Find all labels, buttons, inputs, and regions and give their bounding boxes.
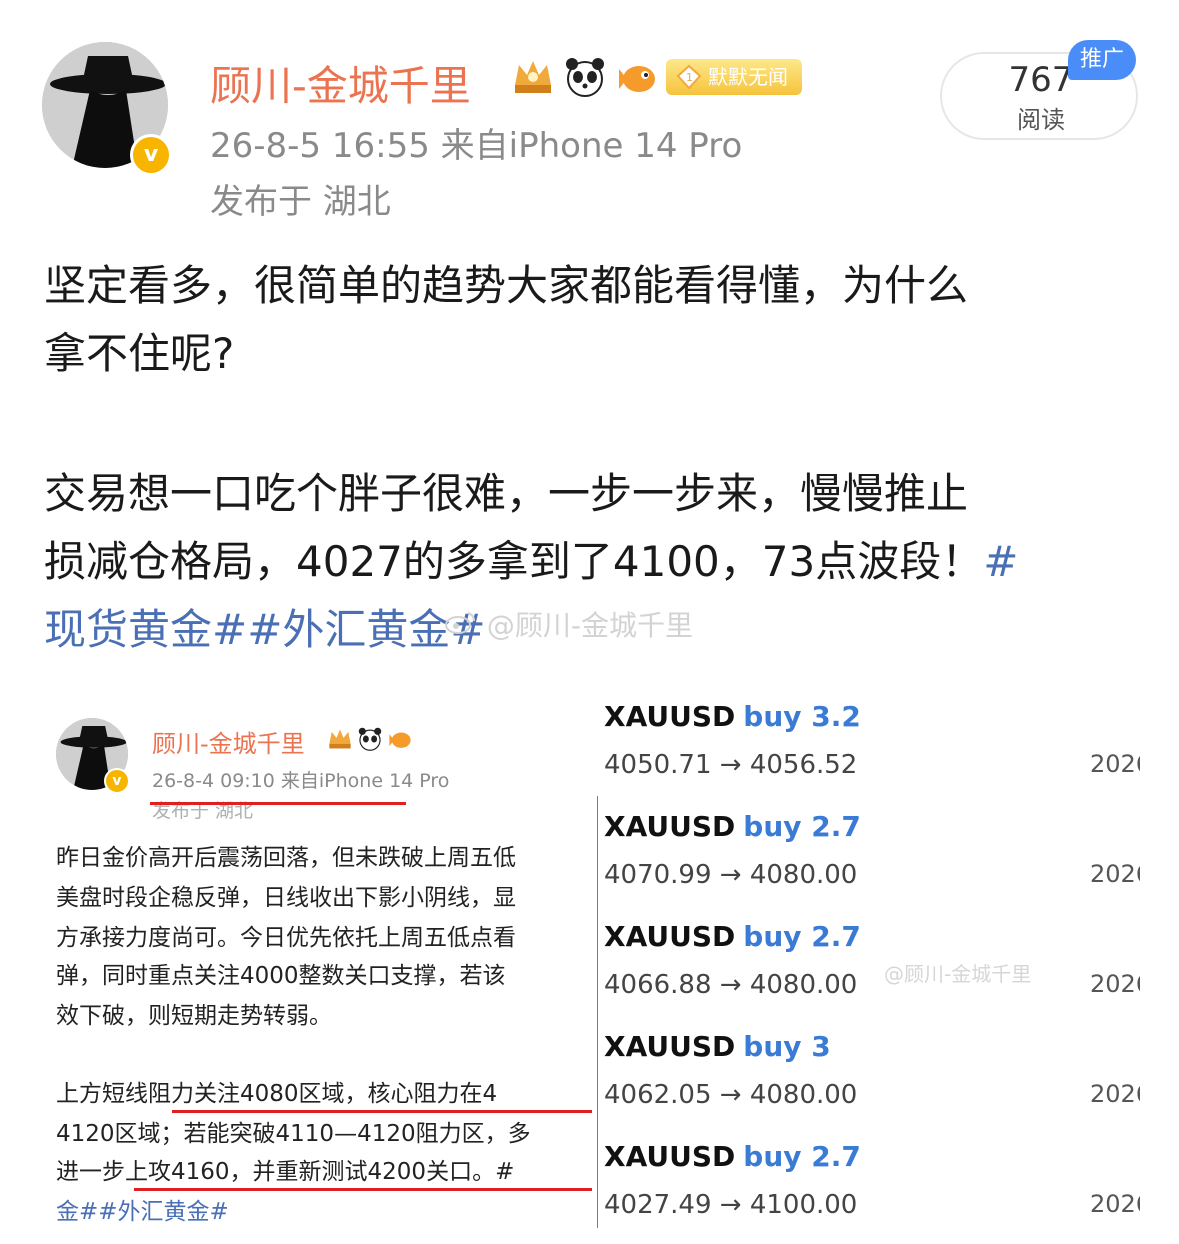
verified-badge-icon: v bbox=[104, 768, 130, 794]
panda-icon bbox=[358, 727, 382, 751]
trade-date: 2026 bbox=[1090, 860, 1140, 888]
embedded-text-line: 弹，同时重点关注4000整数关口支撑，若该 bbox=[56, 963, 506, 989]
embedded-text-line: 效下破，则短期走势转弱。 bbox=[56, 1003, 332, 1029]
username[interactable]: 顾川-金城千里 bbox=[210, 52, 471, 112]
topic-link[interactable]: # bbox=[983, 537, 1018, 586]
post-meta: 26-8-5 16:55 来自iPhone 14 Pro bbox=[210, 126, 743, 166]
verified-badge-icon: v bbox=[130, 134, 172, 176]
embedded-username: 顾川-金城千里 bbox=[152, 730, 305, 758]
trade-record[interactable]: XAUUSDbuy 2.7 4070.99 → 4080.00 2026 bbox=[604, 810, 1164, 920]
trade-record[interactable]: XAUUSDbuy 3.2 4050.71 → 4056.52 2026 bbox=[604, 700, 1164, 810]
trade-prices: 4070.99 → 4080.00 bbox=[604, 860, 858, 890]
trade-symbol: XAUUSD bbox=[604, 1140, 736, 1173]
embedded-post-image[interactable]: v 顾川-金城千里 26-8-4 09:10 来自iPhone 14 Pro 发… bbox=[44, 690, 592, 1244]
trade-prices: 4062.05 → 4080.00 bbox=[604, 1080, 858, 1110]
divider-line bbox=[597, 796, 598, 1228]
trade-date: 2026 bbox=[1090, 1080, 1140, 1108]
embedded-meta: 26-8-4 09:10 来自iPhone 14 Pro bbox=[152, 770, 450, 792]
trades-watermark: @顾川-金城千里 bbox=[884, 962, 1032, 986]
silence-tag[interactable]: 1 默默无闻 bbox=[666, 59, 802, 95]
post-location: 发布于 湖北 bbox=[210, 182, 391, 222]
trade-prices: 4050.71 → 4056.52 bbox=[604, 750, 858, 780]
embedded-location: 发布于 湖北 bbox=[152, 800, 254, 822]
embedded-medals bbox=[326, 726, 414, 752]
trade-prices: 4027.49 → 4100.00 bbox=[604, 1190, 858, 1220]
silence-tag-label: 默默无闻 bbox=[708, 65, 788, 89]
trade-symbol: XAUUSD bbox=[604, 1030, 736, 1063]
trade-date: 2026 bbox=[1090, 1190, 1140, 1218]
panda-icon[interactable] bbox=[562, 54, 608, 100]
trade-symbol: XAUUSD bbox=[604, 700, 736, 733]
trade-prices: 4066.88 → 4080.00 bbox=[604, 970, 858, 1000]
post-text-line: 损减仓格局，4027的多拿到了4100，73点波段！# bbox=[44, 528, 1144, 596]
trade-side: buy 2.7 bbox=[743, 810, 861, 843]
post-text: 损减仓格局，4027的多拿到了4100，73点波段！ bbox=[44, 537, 984, 586]
post-text-line: 拿不住呢? bbox=[44, 329, 235, 378]
diamond-icon: 1 bbox=[676, 64, 702, 90]
trade-side: buy 2.7 bbox=[743, 1140, 861, 1173]
crown-medal-icon bbox=[329, 729, 351, 749]
embedded-text-line: 昨日金价高开后震荡回落，但未跌破上周五低 bbox=[56, 845, 516, 871]
trade-side: buy 2.7 bbox=[743, 920, 861, 953]
strike-line bbox=[150, 802, 406, 805]
post-text-line: 坚定看多，很简单的趋势大家都能看得懂，为什么 bbox=[44, 261, 969, 310]
embedded-text-line: 4120区域；若能突破4110—4120阻力区，多 bbox=[56, 1121, 531, 1147]
crown-medal-icon[interactable] bbox=[510, 54, 556, 100]
embedded-text-line: 进一步上攻4160，并重新测试4200关口。# bbox=[56, 1159, 515, 1185]
weibo-logo-icon bbox=[445, 612, 475, 634]
trade-symbol: XAUUSD bbox=[604, 920, 736, 953]
trade-record[interactable]: XAUUSDbuy 2.7 4027.49 → 4100.00 2026 bbox=[604, 1140, 1164, 1244]
embedded-text-line: 上方短线阻力关注4080区域，核心阻力在4 bbox=[56, 1081, 498, 1107]
red-underline bbox=[134, 1188, 592, 1191]
embedded-text-line: 方承接力度尚可。今日优先依托上周五低点看 bbox=[56, 925, 516, 951]
svg-text:1: 1 bbox=[686, 71, 693, 84]
post-text-line: 交易想一口吃个胖子很难，一步一步来，慢慢推止 bbox=[44, 469, 969, 518]
embedded-text-line: 美盘时段企稳反弹，日线收出下影小阴线，显 bbox=[56, 885, 516, 911]
read-label: 阅读 bbox=[1017, 106, 1065, 134]
red-underline bbox=[172, 1110, 592, 1113]
watermark: @顾川-金城千里 bbox=[444, 604, 693, 644]
medal-row: 1 默默无闻 bbox=[510, 54, 802, 100]
embedded-topic: 金##外汇黄金# bbox=[56, 1199, 229, 1225]
promote-button[interactable]: 推广 bbox=[1068, 40, 1136, 80]
read-count: 767 bbox=[1008, 60, 1074, 100]
trade-date: 2026 bbox=[1090, 750, 1140, 778]
fish-medal-icon bbox=[389, 732, 411, 748]
fish-medal-icon[interactable] bbox=[614, 54, 660, 100]
trade-symbol: XAUUSD bbox=[604, 810, 736, 843]
trade-date: 2026 bbox=[1090, 970, 1140, 998]
trade-side: buy 3.2 bbox=[743, 700, 861, 733]
trade-record[interactable]: XAUUSDbuy 3 4062.05 → 4080.00 2026 bbox=[604, 1030, 1164, 1140]
trade-side: buy 3 bbox=[743, 1030, 831, 1063]
